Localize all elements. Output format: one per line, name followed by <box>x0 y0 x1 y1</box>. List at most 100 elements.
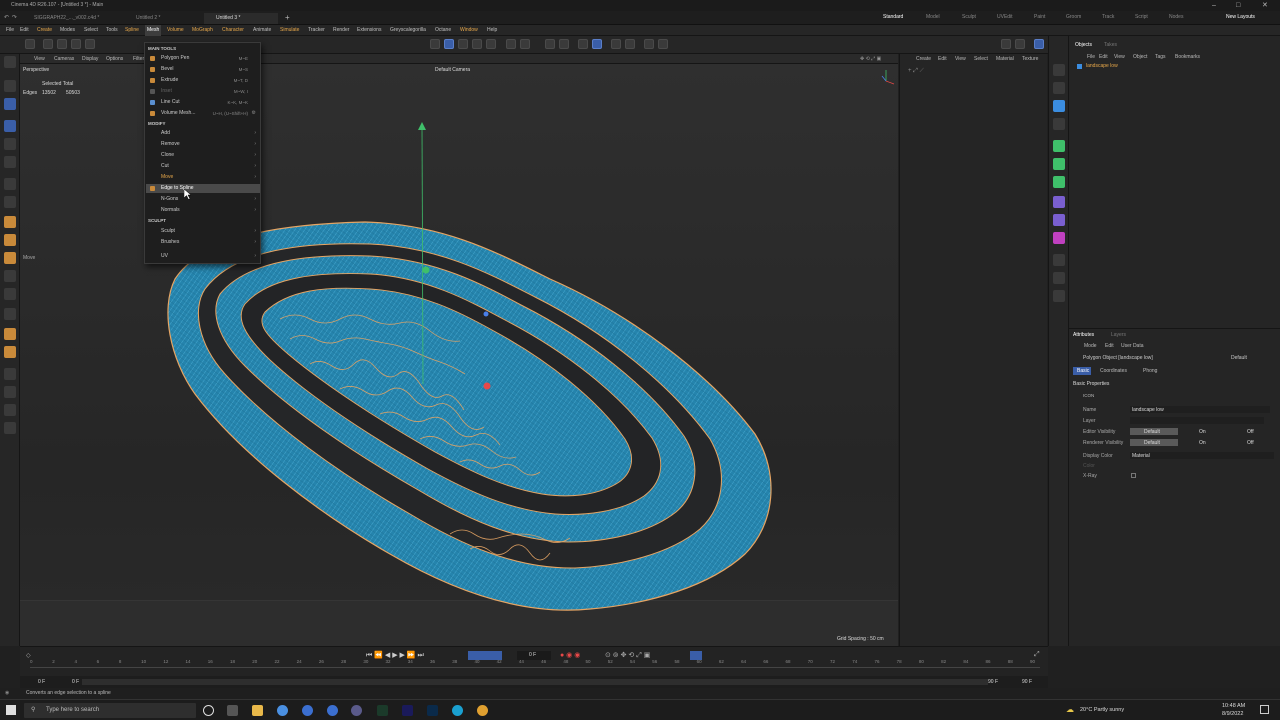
tab-layers[interactable]: Layers <box>1111 332 1126 338</box>
editor-visibility-off[interactable]: Off <box>1247 429 1254 435</box>
field-icon[interactable] <box>1053 214 1065 226</box>
cortana-icon[interactable] <box>203 705 214 716</box>
menu-help[interactable]: Help <box>487 25 497 36</box>
symmetry-icon[interactable] <box>559 39 569 49</box>
objects-menu-bookmarks[interactable]: Bookmarks <box>1175 54 1200 60</box>
subtab-coordinates[interactable]: Coordinates <box>1100 368 1127 374</box>
mid-panel-tools-icons[interactable]: + ⤢ ⟋ <box>908 68 924 75</box>
layout-tab-uvedit[interactable]: UVEdit <box>997 14 1013 20</box>
menu-item-brushes[interactable]: Brushes › <box>146 238 260 247</box>
renderer-visibility-on[interactable]: On <box>1199 440 1206 446</box>
menu-tracker[interactable]: Tracker <box>308 25 325 36</box>
menu-item-sculpt[interactable]: Sculpt › <box>146 227 260 236</box>
viewport-menu-cameras[interactable]: Cameras <box>54 54 74 64</box>
new-layouts-button[interactable]: New Layouts <box>1226 14 1255 20</box>
timeline-end-frame[interactable]: 90 F <box>1022 679 1032 685</box>
objects-menu-file[interactable]: File <box>1087 54 1095 60</box>
mid-menu-view[interactable]: View <box>955 56 966 62</box>
null-object-icon[interactable] <box>1053 64 1065 76</box>
weather-icon[interactable]: ☁ <box>1066 705 1074 714</box>
cinema4d-icon-active[interactable] <box>351 705 362 716</box>
render-view-icon[interactable] <box>611 39 621 49</box>
cinema4d-icon-2[interactable] <box>327 705 338 716</box>
layer-field[interactable] <box>1130 417 1264 424</box>
layout-tab-standard[interactable]: Standard <box>883 14 903 20</box>
timeline-preview-start[interactable]: 0 F <box>72 679 79 685</box>
menu-item-remove[interactable]: Remove › <box>146 140 260 149</box>
redo-icon[interactable]: ↷ <box>12 14 17 21</box>
menu-character[interactable]: Character <box>222 25 244 36</box>
text-object-icon[interactable] <box>1053 118 1065 130</box>
layout-tab-paint[interactable]: Paint <box>1034 14 1045 20</box>
layout-icon-3[interactable] <box>1034 39 1044 49</box>
minimize-icon[interactable]: – <box>1212 0 1216 11</box>
tab-document-1[interactable]: SIGGRAPH22_..._v002.c4d * <box>22 13 122 24</box>
pen-tool-icon[interactable] <box>4 178 16 190</box>
menu-item-extrude[interactable]: Extrude M~T, D <box>146 76 260 85</box>
playback-controls[interactable]: ⏮ ⏪ ◀ ▶ ▶ ⏩ ⏭ <box>366 651 424 660</box>
menu-item-polygon-pen[interactable]: Polygon Pen M~E <box>146 54 260 63</box>
deformer-icon[interactable] <box>1053 196 1065 208</box>
photoshop-icon[interactable] <box>427 705 438 716</box>
display-color-dropdown[interactable]: Material <box>1130 452 1274 459</box>
objects-menu-edit[interactable]: Edit <box>1099 54 1108 60</box>
premiere-icon[interactable] <box>377 705 388 716</box>
grid-tool-icon[interactable] <box>4 422 16 434</box>
undo-toolbar-icon[interactable] <box>25 39 35 49</box>
mid-menu-create[interactable]: Create <box>916 56 931 62</box>
cloner-icon[interactable] <box>1053 158 1065 170</box>
close-icon[interactable]: ✕ <box>1262 0 1268 11</box>
axis-mode-icon[interactable] <box>506 39 516 49</box>
tab-objects[interactable]: Objects <box>1075 42 1092 48</box>
environment-icon[interactable] <box>1053 254 1065 266</box>
menu-item-normals[interactable]: Normals › <box>146 206 260 215</box>
menu-item-uv[interactable]: UV › <box>146 252 260 261</box>
viewport-menu-options[interactable]: Options <box>106 54 123 64</box>
objects-menu-tags[interactable]: Tags <box>1155 54 1166 60</box>
layout-tab-model[interactable]: Model <box>926 14 940 20</box>
file-explorer-icon[interactable] <box>252 705 263 716</box>
brush-tool-icon[interactable] <box>4 308 16 320</box>
menu-edit[interactable]: Edit <box>20 25 29 36</box>
menu-item-add[interactable]: Add › <box>146 129 260 138</box>
menu-item-edge-to-spline[interactable]: Edge to Spline <box>146 184 260 193</box>
layout-tab-groom[interactable]: Groom <box>1066 14 1081 20</box>
x-axis-icon[interactable] <box>43 39 53 49</box>
picture-viewer-icon[interactable] <box>658 39 668 49</box>
timeline-expand-icon[interactable]: ⤢ <box>1034 651 1040 659</box>
mirror-tool-icon[interactable] <box>4 368 16 380</box>
magnet-tool-icon[interactable] <box>4 288 16 300</box>
new-tab-plus-icon[interactable]: + <box>285 13 290 22</box>
name-field[interactable]: landscape low <box>1130 406 1270 413</box>
viewport-navigation-icons[interactable]: ✥ ⟲ ⤢ ▣ <box>860 54 881 64</box>
tab-document-3[interactable]: Untitled 3 * <box>204 13 278 24</box>
mid-menu-select[interactable]: Select <box>974 56 988 62</box>
spline-object-icon[interactable] <box>1053 82 1065 94</box>
menu-item-move[interactable]: Move › <box>146 173 260 182</box>
search-icon[interactable] <box>4 56 16 68</box>
bevel-tool-icon[interactable] <box>4 234 16 246</box>
cinema4d-icon-1[interactable] <box>302 705 313 716</box>
notification-icon[interactable] <box>1260 705 1269 714</box>
windows-start-icon[interactable] <box>6 705 16 715</box>
attr-preset-dropdown[interactable]: Default <box>1231 355 1247 361</box>
menu-volume[interactable]: Volume <box>167 25 184 36</box>
weather-text[interactable]: 20°C Partly sunny <box>1080 707 1124 713</box>
z-axis-icon[interactable] <box>71 39 81 49</box>
menu-mesh[interactable]: Mesh <box>145 25 162 36</box>
rotate-tool-icon[interactable] <box>4 138 16 150</box>
objects-menu-view[interactable]: View <box>1114 54 1125 60</box>
object-row-landscape-low[interactable]: landscape low <box>1077 63 1169 71</box>
uv-mode-icon[interactable] <box>486 39 496 49</box>
viewport-menu-view[interactable]: View <box>34 54 45 64</box>
cube-object-icon[interactable] <box>4 252 16 264</box>
subtab-basic[interactable]: Basic <box>1073 367 1091 375</box>
menu-spline[interactable]: Spline <box>125 25 139 36</box>
timeline-ruler[interactable]: 0 2 4 6 8 10 12 14 16 18 20 22 24 26 28 30 32 34 36 38 40 42 4… <box>30 659 1040 675</box>
y-axis-icon[interactable] <box>57 39 67 49</box>
undo-icon[interactable]: ↶ <box>4 14 9 21</box>
timeline-start-frame[interactable]: 0 F <box>38 679 45 685</box>
render-region-icon[interactable] <box>625 39 635 49</box>
light-object-icon[interactable] <box>1053 290 1065 302</box>
timeline-range-slider[interactable] <box>82 679 988 685</box>
